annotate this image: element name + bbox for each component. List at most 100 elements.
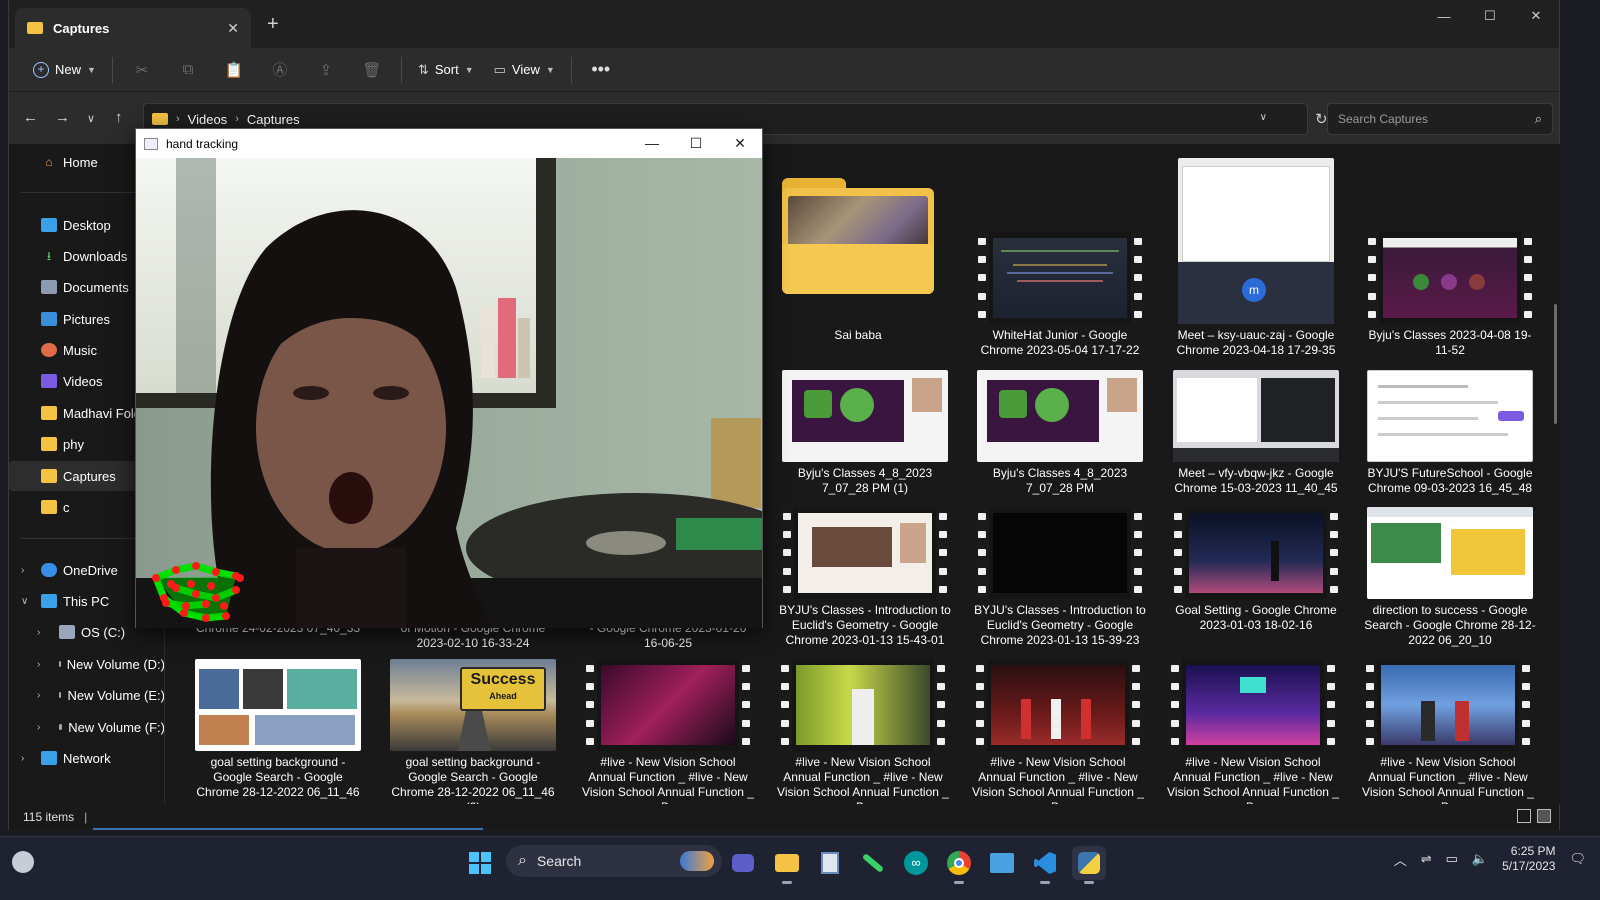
video-item[interactable]: Byju's Classes 4_8_2023 7_07_28 PM [970,370,1150,496]
sidebar-item-label: New Volume (E:) [67,687,165,703]
clock-time: 6:25 PM [1510,844,1556,858]
drive-icon [59,692,62,698]
video-item[interactable]: #live - New Vision School Annual Functio… [1163,659,1343,804]
image-thumbnail: Success Ahead [390,659,556,751]
folder-item-sai-baba[interactable]: Sai baba [768,172,948,343]
paste-icon[interactable]: 📋 [221,61,247,79]
chevron-right-icon[interactable]: › [37,659,40,670]
rename-icon[interactable]: Ⓐ [267,59,293,80]
cut-icon[interactable]: ✂ [129,61,155,79]
video-item[interactable]: BYJU'S FutureSchool - Google Chrome 09-0… [1360,370,1540,496]
video-item[interactable]: m Meet – ksy-uauc-zaj - Google Chrome 20… [1166,158,1346,358]
video-item[interactable]: #live - New Vision School Annual Functio… [773,659,953,804]
video-thumbnail [782,370,948,462]
toolbar-divider [400,56,402,83]
item-label: Goal Setting - Google Chrome 2023-01-03 … [1175,603,1337,632]
chevron-down-icon: ▼ [545,64,555,75]
chevron-down-icon[interactable]: ∨ [1260,112,1267,123]
pen-app-icon[interactable] [856,846,890,880]
folder-icon [41,500,57,514]
notification-icon[interactable]: 🗨 [1569,851,1586,867]
search-input[interactable]: Search Captures ⌕ [1327,103,1553,135]
weather-icon[interactable] [12,851,34,873]
network-status-icon[interactable]: ⇌ [1421,851,1432,867]
sidebar-item-drive-e[interactable]: › New Volume (E:) [9,680,165,710]
system-tray: ︿ ⇌ ▭ 🔈 6:25 PM 5/17/2023 🗨 [1394,837,1600,881]
sort-button[interactable]: ⇅ Sort ▼ [408,54,484,86]
recent-locations-icon[interactable]: ∨ [87,112,95,125]
minimize-button[interactable]: — [630,135,674,152]
photos-app-icon[interactable] [813,846,847,880]
sidebar-item-label: c [63,499,70,515]
chevron-right-icon[interactable]: › [37,627,40,638]
new-tab-button[interactable]: + [267,13,279,36]
close-button[interactable]: ✕ [1513,0,1559,32]
folder-icon [41,437,57,451]
maximize-button[interactable]: ☐ [1467,0,1513,32]
video-thumbnail [778,659,948,751]
video-item[interactable]: Goal Setting - Google Chrome 2023-01-03 … [1166,507,1346,633]
sidebar-item-label: New Volume (F:) [68,719,165,735]
sidebar-item-label: Videos [63,373,103,389]
chevron-right-icon[interactable]: › [37,690,40,701]
taskbar-search[interactable]: ⌕ Search [506,845,722,877]
image-item[interactable]: Success Ahead goal setting background - … [383,659,563,804]
share-icon[interactable]: ⇪ [313,61,339,79]
clock-date: 5/17/2023 [1502,859,1556,873]
video-item[interactable]: #live - New Vision School Annual Functio… [968,659,1148,804]
file-explorer-taskbar-icon[interactable] [770,846,804,884]
chevron-down-icon[interactable]: ∨ [21,596,28,607]
video-item[interactable]: #live - New Vision School Annual Functio… [578,659,758,804]
chevron-right-icon[interactable]: › [37,722,40,733]
video-item[interactable]: #live - New Vision School Annual Functio… [1358,659,1538,804]
video-item[interactable]: Byju's Classes 4_8_2023 7_07_28 PM (1) [775,370,955,496]
close-tab-icon[interactable]: ✕ [227,20,239,37]
chevron-up-icon[interactable]: ︿ [1394,850,1407,869]
video-item[interactable]: Byju's Classes 2023-04-08 19-11-52 [1360,232,1540,358]
sidebar-item-drive-d[interactable]: › New Volume (D:) [9,649,164,679]
minimize-button[interactable]: — [1421,0,1467,32]
details-view-icon[interactable] [1517,809,1531,823]
video-item[interactable]: direction to success - Google Search - G… [1360,507,1540,648]
arduino-icon[interactable]: ∞ [899,846,933,880]
breadcrumb-videos[interactable]: Videos [188,112,228,127]
copy-icon[interactable]: ⧉ [175,61,201,78]
clock[interactable]: 6:25 PM 5/17/2023 [1502,844,1555,874]
back-arrow-icon[interactable]: ← [23,109,38,126]
python-icon[interactable] [1072,846,1106,884]
video-item[interactable]: BYJU's Classes - Introduction to Euclid'… [775,507,955,648]
sidebar-item-network[interactable]: › Network [9,743,164,773]
toolbar-divider [570,56,572,83]
video-item[interactable]: WhiteHat Junior - Google Chrome 2023-05-… [970,232,1150,358]
chrome-icon[interactable] [942,846,976,884]
maximize-button[interactable]: ☐ [674,135,718,152]
tab-captures[interactable]: Captures ✕ [15,8,251,48]
forward-arrow-icon[interactable]: → [55,109,70,126]
delete-icon[interactable]: 🗑 [359,61,385,79]
breadcrumb-captures[interactable]: Captures [247,112,300,127]
image-item[interactable]: goal setting background - Google Search … [188,659,368,800]
chat-app-icon[interactable] [726,846,760,880]
sidebar-item-drive-f[interactable]: › New Volume (F:) [9,712,165,742]
vertical-scrollbar[interactable] [1554,304,1557,424]
close-button[interactable]: ✕ [718,135,762,152]
tiles-view-icon[interactable] [1537,809,1551,823]
new-button[interactable]: + New ▼ [23,54,106,86]
vscode-icon[interactable] [1028,846,1062,884]
video-item[interactable]: BYJU's Classes - Introduction to Euclid'… [970,507,1150,648]
chevron-right-icon[interactable]: › [21,565,24,576]
start-button[interactable] [463,846,497,880]
video-item[interactable]: Meet – vfy-vbqw-jkz - Google Chrome 15-0… [1166,370,1346,496]
up-arrow-icon[interactable]: ↑ [115,109,123,126]
view-button[interactable]: ▭ View ▼ [484,54,565,86]
display-icon[interactable]: ▭ [1446,851,1458,867]
control-panel-icon[interactable] [985,846,1019,880]
volume-icon[interactable]: 🔈 [1472,851,1488,867]
refresh-icon[interactable]: ↻ [1315,110,1328,128]
item-label: #live - New Vision School Annual Functio… [582,755,754,804]
chevron-right-icon[interactable]: › [21,753,24,764]
view-icon: ▭ [493,61,506,77]
more-options-icon[interactable]: ••• [588,59,614,80]
item-label: BYJU'S FutureSchool - Google Chrome 09-0… [1367,466,1533,495]
horizontal-scrollbar[interactable] [93,828,483,830]
